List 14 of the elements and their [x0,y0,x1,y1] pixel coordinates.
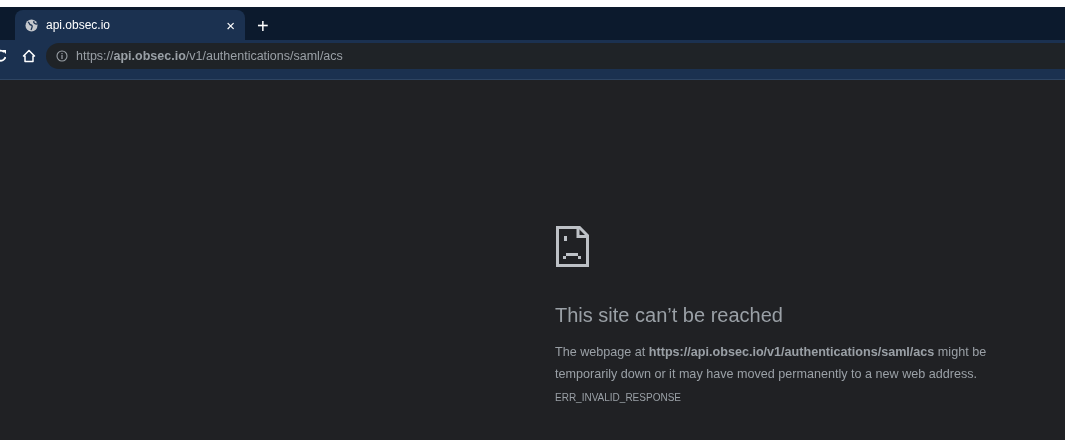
reload-icon[interactable] [0,49,6,63]
home-icon[interactable] [22,49,36,63]
address-bar[interactable]: https://api.obsec.io/v1/authentications/saml/acs [46,43,1065,69]
error-heading: This site can’t be reached [555,303,784,327]
new-tab-button[interactable]: + [245,16,269,40]
error-code: ERR_INVALID_RESPONSE [555,391,682,405]
close-tab-button[interactable]: × [226,17,235,33]
globe-icon [25,18,38,32]
info-icon[interactable] [56,50,68,62]
tab-title: api.obsec.io [46,17,112,34]
error-message: The webpage at https://api.obsec.io/v1/authentications/saml/acs might be temporarily down or it may have moved permanently to a new web address. [555,344,988,383]
url-text: https://api.obsec.io/v1/authentications/saml/acs [76,47,343,65]
sad-page-icon [556,226,589,267]
browser-tab[interactable]: api.obsec.io × [15,10,245,40]
